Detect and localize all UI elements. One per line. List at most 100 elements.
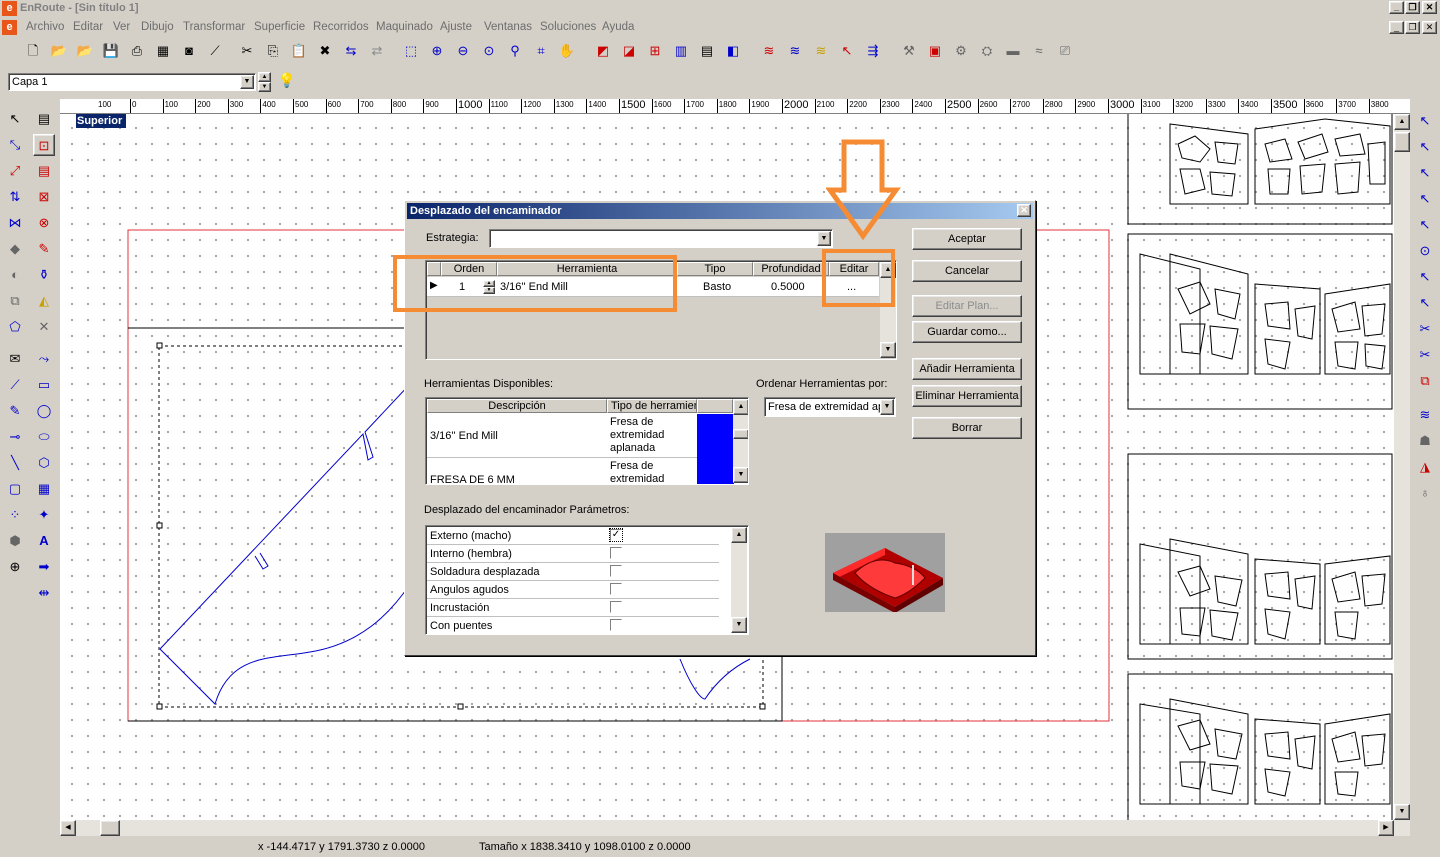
tools-scroll-thumb[interactable] — [733, 429, 748, 439]
layers-yellow-icon[interactable]: ≋ — [810, 40, 832, 62]
pen-icon[interactable]: ✎ — [4, 400, 26, 422]
line-icon[interactable]: ╲ — [4, 452, 26, 474]
param-weld-checkbox[interactable] — [610, 565, 622, 577]
fill-yellow-icon[interactable]: ◭ — [33, 290, 55, 312]
param-internal-checkbox[interactable] — [610, 547, 622, 559]
text-icon[interactable]: A — [33, 530, 55, 552]
hscroll-thumb[interactable] — [100, 820, 120, 836]
redo-icon[interactable]: ⇄ — [366, 40, 388, 62]
tools-scroll-up-icon[interactable]: ▲ — [733, 399, 748, 415]
sort-chevron-icon[interactable]: ▼ — [880, 399, 894, 415]
layer-down-icon[interactable]: ▼ — [258, 82, 271, 92]
menu-editar[interactable]: Editar — [73, 21, 103, 33]
doc-restore-icon[interactable]: ❐ — [1405, 21, 1420, 34]
measure-icon[interactable]: ⟋ — [204, 40, 226, 62]
new-file-icon[interactable]: 🗋 — [22, 40, 44, 62]
lightbulb-icon[interactable]: 💡 — [278, 72, 296, 90]
flip-icon[interactable]: ⋈ — [4, 212, 26, 234]
pointer-red-icon[interactable]: ↖ — [836, 40, 858, 62]
node-edit-icon[interactable]: ⤡ — [4, 134, 26, 156]
copy-icon[interactable]: ⎘ — [262, 40, 284, 62]
grid-scroll-down-icon[interactable]: ▼ — [880, 342, 896, 358]
doc-minimize-icon[interactable]: _ — [1389, 21, 1404, 34]
wind-icon[interactable]: ≈ — [1028, 40, 1050, 62]
tool-setup-icon[interactable]: ⚙ — [950, 40, 972, 62]
transform-icon[interactable]: ⊡ — [33, 134, 55, 156]
polygon-icon[interactable]: ⬡ — [33, 452, 55, 474]
bucket-icon[interactable]: ⚱ — [33, 264, 55, 286]
node-line-icon[interactable]: ⊸ — [4, 426, 26, 448]
zoom-selection-icon[interactable]: ⌗ — [530, 40, 552, 62]
tools-cross-icon[interactable]: ✕ — [33, 316, 55, 338]
strategy-select[interactable]: ▼ — [489, 229, 833, 248]
menu-archivo[interactable]: Archivo — [26, 21, 64, 33]
cut-icon[interactable]: ✂ — [236, 40, 258, 62]
arrange-icon[interactable]: ⧉ — [4, 290, 26, 312]
target-icon[interactable]: ⊕ — [4, 556, 26, 578]
layers-icon[interactable]: ≋ — [758, 40, 780, 62]
ok-button[interactable]: Aceptar — [912, 228, 1022, 250]
dialog-close-icon[interactable]: ✕ — [1017, 204, 1031, 217]
edit-plan-button[interactable]: Editar Plan... — [912, 295, 1022, 317]
param-external-checkbox[interactable]: ✓ — [609, 528, 623, 542]
param-inlay-checkbox[interactable] — [610, 601, 622, 613]
zoom-fit-icon[interactable]: ⊙ — [478, 40, 500, 62]
menu-superficie[interactable]: Superficie — [254, 21, 305, 33]
array-grid-icon[interactable]: ▦ — [33, 478, 55, 500]
group-icon[interactable]: ◆ — [4, 238, 26, 260]
scroll-up-icon[interactable]: ▲ — [1394, 114, 1410, 130]
dots-icon[interactable]: ⁘ — [4, 504, 26, 526]
camera-icon[interactable]: ◙ — [178, 40, 200, 62]
param-row-bridges[interactable]: Con puentes — [427, 617, 719, 634]
rounded-rect-icon[interactable]: ▢ — [4, 478, 26, 500]
envelope-icon[interactable]: ✉ — [4, 348, 26, 370]
scroll-down-icon[interactable]: ▼ — [1394, 804, 1410, 820]
ellipse-icon[interactable]: ⬭ — [33, 426, 55, 448]
paste-icon[interactable]: 📋 — [288, 40, 310, 62]
save-icon[interactable]: 💾 — [100, 40, 122, 62]
toolpath-select-icon[interactable]: ↖ — [1414, 110, 1436, 132]
rectangle-icon[interactable]: ▭ — [33, 374, 55, 396]
waves-icon[interactable]: ≋ — [1414, 404, 1436, 426]
chart-view-icon[interactable]: ▥ — [670, 40, 692, 62]
delete-x-icon[interactable]: ✖ — [314, 40, 336, 62]
pencil-red-icon[interactable]: ✎ — [33, 238, 55, 260]
folder-gray-icon[interactable]: ▬ — [1002, 40, 1024, 62]
tools-scroll-down-icon[interactable]: ▼ — [733, 467, 748, 483]
zoom-out-icon[interactable]: ⊖ — [452, 40, 474, 62]
doc-close-icon[interactable]: ✕ — [1422, 21, 1437, 34]
bulb-outline-icon[interactable]: ♁ — [1414, 482, 1436, 504]
menu-ayuda[interactable]: Ayuda — [602, 21, 634, 33]
toolpath-edit-icon[interactable]: ↖ — [1414, 292, 1436, 314]
tools-list-scrollbar[interactable]: ▲ ▼ — [733, 399, 748, 483]
view-front-icon[interactable]: ◪ — [618, 40, 640, 62]
scale-icon[interactable]: ⤢ — [4, 160, 26, 182]
param-row-internal[interactable]: Interno (hembra) — [427, 545, 719, 563]
cancel-button[interactable]: Cancelar — [912, 260, 1022, 282]
close-icon[interactable]: ✕ — [1422, 1, 1437, 14]
box-red-icon[interactable]: ⊠ — [33, 186, 55, 208]
plates-icon[interactable]: ▣ — [924, 40, 946, 62]
list-red-icon[interactable]: ▤ — [33, 160, 55, 182]
list-item[interactable]: 3/16'' End Mill Fresa de extremidad aplana… — [427, 414, 734, 458]
menu-maquinado[interactable]: Maquinado — [376, 21, 433, 33]
toolpath-merge-icon[interactable]: ✂ — [1414, 344, 1436, 366]
pan-icon[interactable]: ✋ — [556, 40, 578, 62]
menu-ajuste[interactable]: Ajuste — [440, 21, 472, 33]
param-row-sharp-corners[interactable]: Angulos agudos — [427, 581, 719, 599]
menu-transformar[interactable]: Transformar — [183, 21, 245, 33]
param-sharp-corners-checkbox[interactable] — [610, 583, 622, 595]
toolpath-vcarve-icon[interactable]: ↖ — [1414, 214, 1436, 236]
menu-recorridos[interactable]: Recorridos — [313, 21, 369, 33]
param-row-weld[interactable]: Soldadura desplazada — [427, 563, 719, 581]
scroll-right-icon[interactable]: ▶ — [1378, 820, 1394, 836]
menu-ventanas[interactable]: Ventanas — [484, 21, 532, 33]
toolpath-engrave-icon[interactable]: ↖ — [1414, 188, 1436, 210]
undo-icon[interactable]: ⇆ — [340, 40, 362, 62]
vscroll-thumb[interactable] — [1394, 132, 1410, 152]
view-top-icon[interactable]: ◩ — [592, 40, 614, 62]
grid-view-icon[interactable]: ⊞ — [644, 40, 666, 62]
remove-tool-button[interactable]: Eliminar Herramienta — [912, 385, 1022, 407]
canvas-vscroll[interactable]: ▲ ▼ — [1394, 114, 1410, 820]
toolpath-bevel-icon[interactable]: ↖ — [1414, 266, 1436, 288]
